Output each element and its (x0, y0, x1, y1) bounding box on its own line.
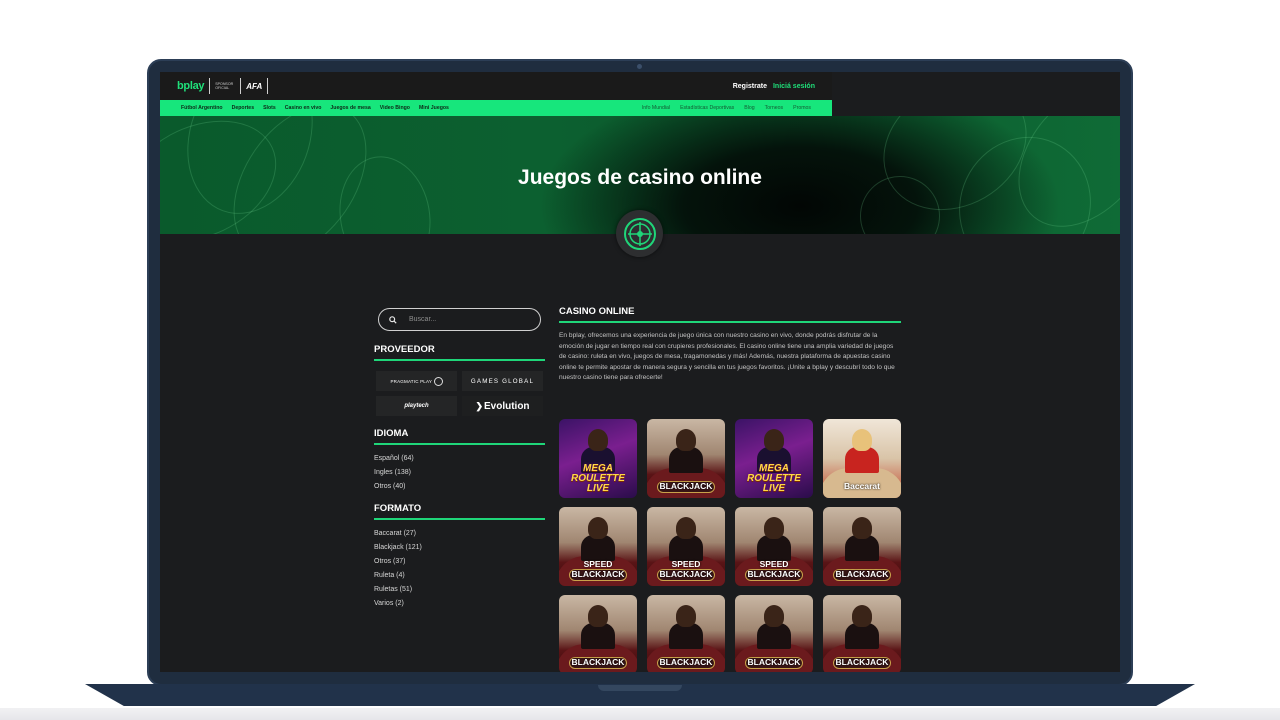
game-tile[interactable]: BLACKJACK (735, 595, 813, 672)
site-header: bplay SPONSOR OFICIAL AFA Registrate Ini… (160, 72, 832, 100)
dealer-head (764, 605, 784, 627)
provider-playtech[interactable]: playtech (376, 396, 457, 416)
filter-language-ingles[interactable]: Ingles (138) (374, 466, 414, 480)
provider-evolution[interactable]: ❯ Evolution (462, 396, 543, 416)
device-stage: bplay SPONSOR OFICIAL AFA Registrate Ini… (0, 0, 1280, 720)
nav-deportes[interactable]: Deportes (232, 105, 255, 111)
browser-viewport: bplay SPONSOR OFICIAL AFA Registrate Ini… (160, 72, 1120, 672)
hero-title: Juegos de casino online (518, 166, 762, 189)
game-tile[interactable]: BLACKJACK (823, 507, 901, 586)
roulette-icon (623, 217, 656, 250)
bplay-logo[interactable]: bplay (177, 80, 205, 92)
language-filter-list: Español (64) Ingles (138) Otros (40) (374, 452, 414, 494)
dealer-head (588, 605, 608, 627)
sponsor-label: SPONSOR OFICIAL (215, 82, 234, 90)
game-title: SPEED BLACKJACK (571, 559, 625, 579)
provider-heading: PROVEEDOR (374, 344, 545, 361)
dealer-head (676, 429, 696, 451)
roulette-badge (616, 210, 663, 257)
game-tile[interactable]: SPEED BLACKJACK (559, 507, 637, 586)
game-title: SPEED BLACKJACK (747, 559, 801, 579)
game-title: BLACKJACK (747, 657, 801, 667)
evolution-logo-icon: ❯ (475, 400, 483, 411)
search-box[interactable] (378, 308, 541, 331)
game-title: MEGA ROULETTE LIVE (571, 463, 625, 494)
format-filter-list: Baccarat (27) Blackjack (121) Otros (37)… (374, 527, 422, 611)
login-link[interactable]: Iniciá sesión (773, 83, 815, 90)
dealer-head (852, 605, 872, 627)
nav-info-mundial[interactable]: Info Mundial (642, 105, 670, 111)
game-title: MEGA ROULETTE LIVE (747, 463, 801, 494)
nav-promos[interactable]: Promos (793, 105, 811, 111)
provider-label: PRAGMATIC PLAY (390, 378, 433, 384)
floor-shadow (0, 708, 1280, 720)
logo-divider (267, 78, 269, 94)
game-title: Baccarat (844, 481, 880, 491)
dealer-head (852, 429, 872, 451)
game-tile[interactable]: SPEED BLACKJACK (735, 507, 813, 586)
nav-blog[interactable]: Blog (744, 105, 754, 111)
logo-divider (209, 78, 211, 94)
main-nav: Fútbol Argentino Deportes Slots Casino e… (160, 100, 832, 116)
search-icon (389, 315, 397, 324)
nav-secondary: Info Mundial Estadísticas Deportivas Blo… (642, 105, 811, 111)
dealer-head (588, 429, 608, 451)
game-title: BLACKJACK (835, 569, 889, 579)
nav-torneos[interactable]: Torneos (765, 105, 783, 111)
game-tile[interactable]: MEGA ROULETTE LIVE (559, 419, 637, 498)
dealer-head (764, 429, 784, 451)
game-tile[interactable]: BLACKJACK (647, 595, 725, 672)
filter-format-ruleta[interactable]: Ruleta (4) (374, 569, 422, 583)
header-blank-area (832, 72, 1120, 116)
register-link[interactable]: Registrate (733, 83, 767, 90)
nav-casino-en-vivo[interactable]: Casino en vivo (285, 105, 322, 111)
game-title: BLACKJACK (659, 657, 713, 667)
nav-primary: Fútbol Argentino Deportes Slots Casino e… (181, 105, 449, 111)
dealer-head (676, 517, 696, 539)
provider-pragmatic-play[interactable]: PRAGMATIC PLAY (376, 371, 457, 391)
afa-logo: AFA (246, 81, 263, 91)
pragmatic-logo-icon (433, 376, 443, 386)
game-tile[interactable]: BLACKJACK (559, 595, 637, 672)
provider-label: GAMES GLOBAL (470, 377, 535, 385)
game-tile[interactable]: BLACKJACK (823, 595, 901, 672)
filter-language-espanol[interactable]: Español (64) (374, 452, 414, 466)
game-title: BLACKJACK (835, 657, 889, 667)
dealer-head (852, 517, 872, 539)
nav-juegos-de-mesa[interactable]: Juegos de mesa (330, 105, 370, 111)
nav-video-bingo[interactable]: Video Bingo (380, 105, 410, 111)
dealer-head (588, 517, 608, 539)
provider-games-global[interactable]: GAMES GLOBAL (462, 371, 543, 391)
laptop-notch (598, 685, 682, 691)
filter-format-otros[interactable]: Otros (37) (374, 555, 422, 569)
section-title: CASINO ONLINE (559, 306, 901, 323)
nav-estadisticas[interactable]: Estadísticas Deportivas (680, 105, 734, 111)
dealer-head (676, 605, 696, 627)
game-title: SPEED BLACKJACK (659, 559, 713, 579)
logo-divider (240, 78, 242, 94)
format-heading: FORMATO (374, 503, 545, 520)
game-tile[interactable]: BLACKJACK (647, 419, 725, 498)
search-input[interactable] (409, 316, 519, 323)
game-tile[interactable]: Baccarat (823, 419, 901, 498)
filter-format-ruletas[interactable]: Ruletas (51) (374, 583, 422, 597)
nav-futbol-argentino[interactable]: Fútbol Argentino (181, 105, 223, 111)
filter-format-baccarat[interactable]: Baccarat (27) (374, 527, 422, 541)
game-tile[interactable]: MEGA ROULETTE LIVE (735, 419, 813, 498)
webcam (637, 64, 642, 69)
game-title: BLACKJACK (571, 657, 625, 667)
nav-slots[interactable]: Slots (263, 105, 276, 111)
game-title: BLACKJACK (659, 481, 713, 491)
provider-label: playtech (404, 403, 429, 409)
auth-links: Registrate Iniciá sesión (733, 83, 815, 90)
provider-label: Evolution (483, 400, 530, 412)
filter-language-otros[interactable]: Otros (40) (374, 480, 414, 494)
nav-mini-juegos[interactable]: Mini Juegos (419, 105, 449, 111)
section-description: En bplay, ofrecemos una experiencia de j… (559, 332, 895, 381)
dealer-head (764, 517, 784, 539)
filter-format-blackjack[interactable]: Blackjack (121) (374, 541, 422, 555)
game-tile[interactable]: SPEED BLACKJACK (647, 507, 725, 586)
filter-format-varios[interactable]: Varios (2) (374, 597, 422, 611)
language-heading: IDIOMA (374, 428, 545, 445)
